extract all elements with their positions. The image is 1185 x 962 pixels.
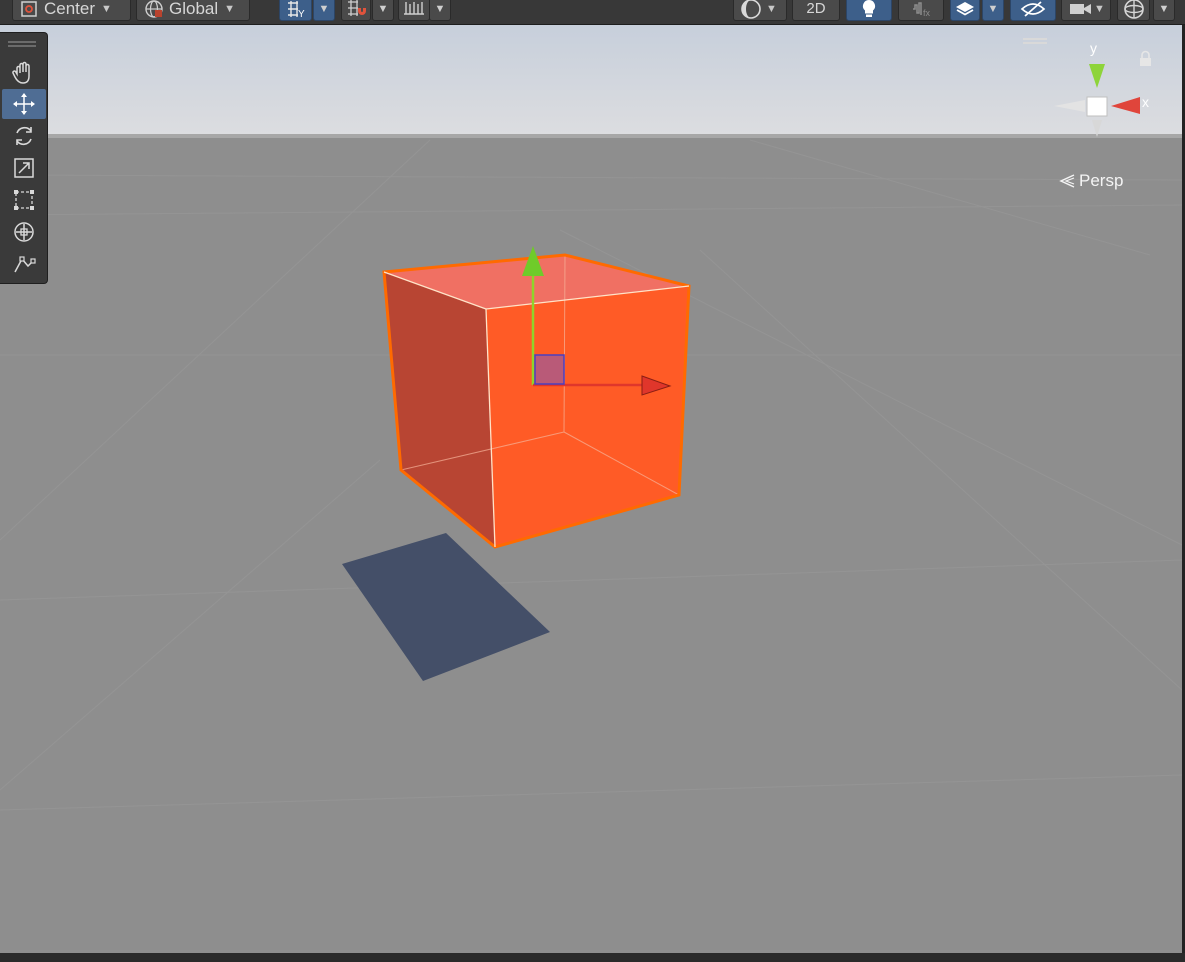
chevron-down-icon: ▼: [434, 2, 446, 15]
custom-editor-tool-icon: [14, 256, 36, 273]
grid-snap-dropdown[interactable]: ▼: [313, 0, 335, 21]
ruler-icon: [404, 1, 424, 15]
hand-icon: [12, 61, 30, 84]
scale-tool[interactable]: [2, 153, 46, 183]
rect-transform-icon: [14, 190, 34, 210]
camera-icon: [1070, 3, 1091, 14]
lighting-icon: [862, 0, 876, 17]
transform-tool[interactable]: [2, 217, 46, 247]
audio-icon: fx: [913, 1, 931, 18]
scene-viewport[interactable]: y x: [0, 25, 1182, 953]
increment-snap-button[interactable]: [341, 0, 371, 21]
2d-toggle[interactable]: 2D: [792, 0, 840, 21]
move-tool[interactable]: [2, 89, 46, 119]
rotate-tool[interactable]: [2, 121, 46, 151]
globe-icon: [145, 0, 163, 18]
shading-mode-icon: [741, 0, 761, 19]
rect-tool[interactable]: [2, 185, 46, 215]
custom-tool[interactable]: [2, 249, 46, 279]
ruler-dropdown[interactable]: ▼: [429, 0, 451, 21]
camera-button[interactable]: ▼: [1061, 0, 1111, 21]
grid-snap-button[interactable]: Y: [279, 0, 312, 21]
projection-label: Persp: [1079, 171, 1124, 190]
shading-mode-button[interactable]: ▼: [733, 0, 787, 21]
skybox: [0, 25, 1182, 135]
gizmos-button[interactable]: [1117, 0, 1150, 21]
chevron-down-icon: ▼: [101, 2, 112, 15]
increment-snap-icon: [348, 0, 366, 16]
projection-toggle[interactable]: Persp: [1058, 171, 1123, 191]
pivot-rotation-label: Global: [169, 0, 219, 18]
chevron-down-icon: ▼: [377, 2, 389, 15]
layers-dropdown[interactable]: ▼: [982, 0, 1004, 21]
move-arrows-icon: [13, 93, 35, 115]
gizmo-y-label: y: [1090, 40, 1097, 56]
hand-tool[interactable]: [2, 58, 46, 88]
gizmos-dropdown[interactable]: ▼: [1153, 0, 1175, 21]
chevron-down-icon: ▼: [987, 2, 999, 15]
pivot-center-icon: [21, 0, 37, 17]
svg-text:Y: Y: [298, 9, 305, 19]
ground-plane: [0, 134, 1182, 953]
visibility-toggle[interactable]: [1010, 0, 1056, 21]
increment-snap-dropdown[interactable]: ▼: [372, 0, 394, 21]
chevron-down-icon: ▼: [1158, 2, 1170, 15]
scale-icon: [14, 158, 34, 178]
pivot-rotation-dropdown[interactable]: Global ▼: [136, 0, 250, 21]
xy-plane-handle[interactable]: [534, 354, 565, 385]
window-border-bottom: [0, 953, 1185, 962]
gizmos-icon: [1123, 0, 1144, 19]
pivot-mode-dropdown[interactable]: Center ▼: [12, 0, 131, 21]
pivot-mode-label: Center: [44, 0, 96, 18]
grid-snap-icon: Y: [287, 0, 305, 19]
transform-icon: [14, 222, 34, 242]
gizmo-x-label: x: [1142, 94, 1149, 110]
layers-icon: [956, 1, 974, 16]
chevron-down-icon: ▼: [766, 2, 777, 15]
rotate-icon: [16, 126, 32, 146]
lighting-toggle[interactable]: [846, 0, 892, 21]
audio-toggle[interactable]: fx: [898, 0, 944, 21]
palette-drag-handle[interactable]: [8, 41, 36, 47]
gizmo-center-cube[interactable]: [1086, 96, 1108, 117]
visibility-icon: [1020, 0, 1046, 17]
overlay-menu-icon[interactable]: [1023, 38, 1047, 44]
tool-palette: [0, 32, 48, 284]
layers-button[interactable]: [950, 0, 980, 21]
2d-label: 2D: [806, 0, 826, 17]
perspective-icon: [1059, 174, 1075, 188]
scene-toolbar: Center ▼ Global ▼ Y ▼ ▼ ▼ ▼ 2D fx ▼ ▼ ▼: [0, 0, 1185, 25]
ruler-button[interactable]: [398, 0, 430, 21]
svg-text:fx: fx: [923, 8, 931, 18]
chevron-down-icon: ▼: [224, 2, 236, 15]
chevron-down-icon: ▼: [1094, 2, 1105, 15]
chevron-down-icon: ▼: [318, 2, 330, 15]
